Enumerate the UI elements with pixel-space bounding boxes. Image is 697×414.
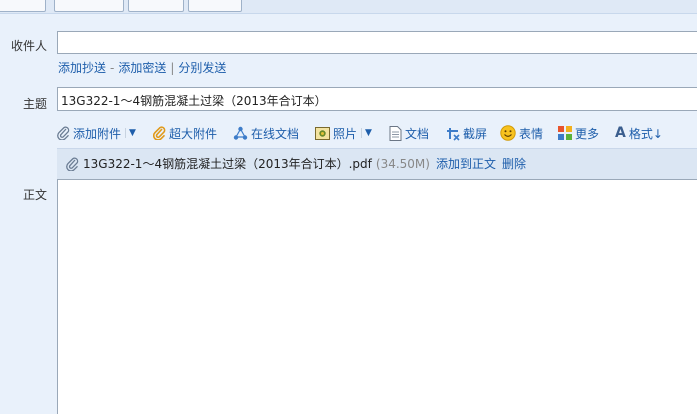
to-label: 收件人 xyxy=(11,39,48,53)
share-nodes-icon xyxy=(233,126,248,141)
text-format-icon: A xyxy=(615,125,626,141)
emoji-label: 表情 xyxy=(519,126,544,141)
scheduled-send-button[interactable] xyxy=(54,0,124,12)
grid-icon xyxy=(558,126,572,140)
online-doc-button[interactable]: 在线文档 xyxy=(233,122,299,144)
orange-clip-icon xyxy=(153,126,166,140)
separator: - xyxy=(110,61,115,75)
online-doc-label: 在线文档 xyxy=(251,126,300,141)
attachment-row: 13G322-1～4钢筋混凝土过梁（2013年合订本）.pdf (34.50M)… xyxy=(57,148,697,179)
screenshot-button[interactable]: 截屏 xyxy=(445,122,487,144)
add-to-body-link[interactable]: 添加到正文 xyxy=(436,155,496,172)
document-icon xyxy=(389,125,402,141)
emoji-button[interactable]: 表情 xyxy=(500,122,543,144)
photo-label: 照片 xyxy=(333,126,358,141)
document-button[interactable]: 文档 xyxy=(389,122,429,144)
photo-icon xyxy=(315,126,330,140)
body-label: 正文 xyxy=(23,188,48,202)
add-bcc-link[interactable]: 添加密送 xyxy=(118,61,166,75)
scissors-icon xyxy=(445,126,460,141)
smiley-icon xyxy=(500,125,516,141)
photo-button[interactable]: 照片 ▼ xyxy=(315,122,372,144)
subject-label: 主题 xyxy=(23,97,48,111)
large-attachment-label: 超大附件 xyxy=(169,126,218,141)
format-label: 格式↓ xyxy=(628,126,663,141)
body-editor[interactable] xyxy=(57,179,697,414)
document-label: 文档 xyxy=(405,126,430,141)
attachment-filename: 13G322-1～4钢筋混凝土过梁（2013年合订本）.pdf xyxy=(83,157,372,171)
add-attachment-label: 添加附件 xyxy=(73,126,122,141)
format-button[interactable]: A 格式↓ xyxy=(615,122,663,144)
attachment-size: (34.50M) xyxy=(375,156,430,171)
send-button[interactable] xyxy=(0,0,46,12)
caret-down-icon[interactable]: ▼ xyxy=(125,128,136,138)
paperclip-icon xyxy=(66,157,79,171)
close-button[interactable] xyxy=(188,0,242,12)
add-attachment-button[interactable]: 添加附件 ▼ xyxy=(57,122,136,144)
separate-send-link[interactable]: 分别发送 xyxy=(178,61,226,75)
more-label: 更多 xyxy=(575,126,600,141)
to-field[interactable] xyxy=(57,31,697,54)
save-draft-button[interactable] xyxy=(128,0,184,12)
screenshot-label: 截屏 xyxy=(463,126,488,141)
add-cc-link[interactable]: 添加抄送 xyxy=(58,61,106,75)
caret-down-icon[interactable]: ▼ xyxy=(361,128,372,138)
recipient-links: 添加抄送 - 添加密送 | 分别发送 xyxy=(58,59,226,76)
large-attachment-button[interactable]: 超大附件 xyxy=(153,122,217,144)
top-button-bar xyxy=(0,0,697,14)
paperclip-icon xyxy=(57,126,70,140)
separator: | xyxy=(170,61,175,75)
subject-value: 13G322-1～4钢筋混凝土过梁（2013年合订本） xyxy=(61,94,327,108)
more-button[interactable]: 更多 xyxy=(558,122,599,144)
delete-attachment-link[interactable]: 删除 xyxy=(502,155,526,172)
subject-field[interactable]: 13G322-1～4钢筋混凝土过梁（2013年合订本） xyxy=(57,87,697,111)
